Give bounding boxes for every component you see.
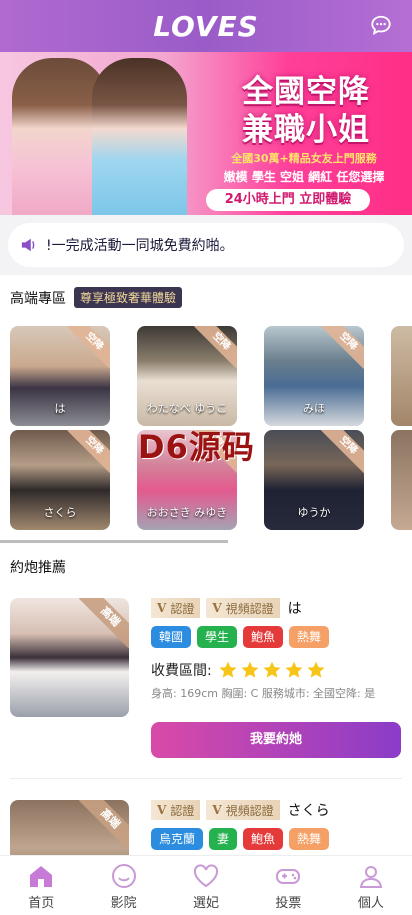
heart-icon: [194, 864, 219, 888]
watermark-text: D6源码: [138, 428, 255, 466]
photo-ribbon: 高端: [78, 800, 129, 851]
tab-home[interactable]: 首页: [0, 856, 82, 915]
tag: 鮑魚: [243, 626, 284, 648]
recommend-photo[interactable]: 高端: [10, 598, 129, 717]
premium-card[interactable]: 空降 ゆうか: [264, 430, 364, 530]
smile-icon: [111, 864, 136, 888]
horizontal-scrollbar[interactable]: [0, 540, 228, 543]
tag: 熱舞: [289, 626, 330, 648]
premium-card[interactable]: [391, 326, 412, 426]
price-label: 收費區間:: [151, 663, 212, 679]
star-icon: [285, 661, 303, 678]
v-icon: V: [212, 601, 222, 615]
tab-select[interactable]: 選妃: [165, 856, 247, 915]
banner-line-1: 全國30萬+精品女友上門服務: [231, 152, 377, 165]
card-ribbon: 空降: [67, 430, 110, 473]
home-icon: [30, 866, 53, 887]
app-title: LOVES: [153, 9, 259, 43]
tab-label: 投票: [275, 896, 302, 911]
cert-badges: V 認證 V 視頻認證 さくら: [151, 800, 330, 820]
user-name: は: [287, 601, 302, 617]
user-name: さくら: [287, 803, 330, 819]
star-icon: [241, 661, 259, 678]
star-icon: [219, 661, 237, 678]
divider: [10, 778, 402, 779]
gamepad-icon: [276, 869, 301, 884]
banner-line-2: 嫩模 學生 空姐 網紅 任您選擇: [223, 170, 385, 184]
video-cert-badge: V 視頻認證: [206, 800, 280, 820]
book-button[interactable]: 我要約她: [151, 722, 401, 758]
banner-headline-2: 兼職小姐: [242, 112, 370, 148]
premium-title: 高端專區: [10, 290, 66, 307]
card-ribbon: 空降: [321, 326, 364, 369]
banner-photo-right: [92, 58, 187, 215]
bottom-tab-bar: 首页 影院 選妃 投票 個人: [0, 855, 412, 915]
recommend-header: 約炮推薦: [10, 557, 66, 577]
photo-ribbon: 高端: [78, 598, 129, 649]
user-icon: [359, 866, 383, 888]
notice-text: !一完成活動一同城免費約啪。: [46, 238, 234, 254]
tag: 烏克蘭: [151, 828, 204, 850]
chat-bubble-icon[interactable]: [370, 14, 392, 36]
star-icon: [307, 661, 325, 678]
card-name: みほ: [303, 402, 325, 415]
notice-area: !一完成活動一同城免費約啪。: [0, 215, 412, 275]
tab-label: 影院: [110, 896, 137, 911]
recommend-title: 約炮推薦: [10, 560, 66, 576]
app-header: LOVES: [0, 0, 412, 52]
tag-list: 烏克蘭 妻 鮑魚 熱舞: [151, 828, 335, 850]
cert-badge: V 認證: [151, 800, 201, 820]
tab-vote[interactable]: 投票: [247, 856, 329, 915]
card-name: は: [54, 402, 66, 415]
card-ribbon: 空降: [321, 430, 364, 473]
premium-card[interactable]: 空降 わたなべ ゆうこ: [137, 326, 237, 426]
premium-card[interactable]: 空降 みほ: [264, 326, 364, 426]
premium-card[interactable]: [391, 430, 412, 530]
card-ribbon: 空降: [194, 326, 237, 369]
notice-bar[interactable]: !一完成活動一同城免費約啪。: [8, 223, 404, 267]
promo-banner[interactable]: 全國空降 兼職小姐 全國30萬+精品女友上門服務 嫩模 學生 空姐 網紅 任您選…: [0, 52, 412, 215]
video-cert-badge: V 視頻認證: [206, 598, 280, 618]
speaker-icon: [21, 238, 35, 252]
card-name: おおさき みゆき: [146, 506, 228, 519]
cert-badge: V 認證: [151, 598, 201, 618]
card-ribbon: 空降: [67, 326, 110, 369]
premium-card[interactable]: 空降 さくら: [10, 430, 110, 530]
tab-profile[interactable]: 個人: [330, 856, 412, 915]
tag: 韓國: [151, 626, 192, 648]
premium-header: 高端專區 尊享極致奢華體驗: [10, 287, 183, 308]
card-name: さくら: [43, 506, 77, 519]
card-name: ゆうか: [297, 506, 331, 519]
tag: 學生: [197, 626, 238, 648]
tag: 妻: [209, 828, 238, 850]
tab-label: 選妃: [193, 896, 220, 911]
tab-label: 首页: [28, 896, 55, 911]
profile-info: 身高: 169cm 胸圍: C 服務城市: 全國空降: 是: [151, 687, 376, 700]
v-icon: V: [212, 803, 222, 817]
tab-label: 個人: [357, 896, 384, 911]
premium-card[interactable]: 空降 は: [10, 326, 110, 426]
tag: 鮑魚: [243, 828, 284, 850]
price-row: 收費區間:: [151, 660, 328, 680]
v-icon: V: [157, 601, 167, 615]
banner-cta[interactable]: 24小時上門 立即體驗: [206, 189, 370, 211]
v-icon: V: [157, 803, 167, 817]
star-icon: [263, 661, 281, 678]
premium-badge: 尊享極致奢華體驗: [74, 287, 183, 308]
tab-cinema[interactable]: 影院: [82, 856, 164, 915]
tag-list: 韓國 學生 鮑魚 熱舞: [151, 626, 335, 648]
card-name: わたなべ ゆうこ: [146, 402, 228, 415]
tag: 熱舞: [289, 828, 330, 850]
cert-badges: V 認證 V 視頻認證 は: [151, 598, 302, 618]
